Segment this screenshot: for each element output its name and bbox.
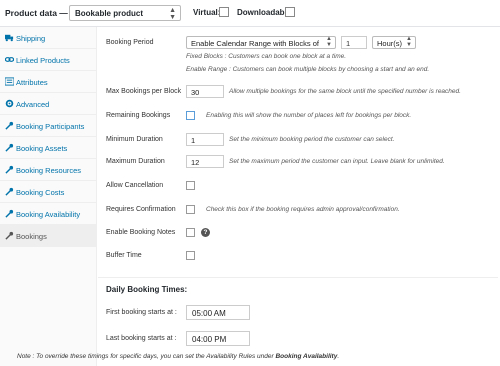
note-strong: Booking Availability: [275, 353, 338, 360]
tab-label: Attributes: [16, 78, 48, 87]
booking-period-label: Booking Period: [106, 39, 154, 46]
product-data-tabs: Shipping Linked Products Attributes Adva…: [0, 27, 97, 366]
product-type-value: Bookable product: [75, 9, 144, 18]
tab-label: Booking Costs: [16, 188, 65, 197]
tab-label: Booking Availability: [16, 210, 81, 219]
booking-period-unit-select[interactable]: Hour(s) ▲ ▼: [372, 36, 416, 49]
first-booking-time-value: 05:00 AM: [192, 309, 226, 318]
buffer-time-checkbox[interactable]: [186, 251, 195, 260]
wrench-icon: [5, 231, 14, 240]
allow-cancellation-checkbox[interactable]: [186, 181, 195, 190]
product-data-title: Product data —: [5, 8, 68, 18]
last-booking-time-input[interactable]: 04:00 PM: [186, 331, 250, 346]
requires-confirmation-desc: Check this box if the booking requires a…: [206, 206, 400, 213]
select-arrows-icon: ▲ ▼: [406, 36, 412, 48]
wrench-icon: [5, 143, 14, 152]
product-data-header: Product data — Bookable product ▲ ▼ Virtu…: [0, 0, 500, 27]
daily-booking-times-title: Daily Booking Times:: [106, 285, 188, 294]
requires-confirmation-checkbox[interactable]: [186, 205, 195, 214]
tab-label: Booking Participants: [16, 122, 85, 131]
maximum-duration-label: Maximum Duration: [106, 158, 165, 165]
note-text: Note : To override these timings for spe…: [17, 353, 276, 360]
allow-cancellation-label: Allow Cancellation: [106, 182, 164, 189]
tab-shipping[interactable]: Shipping: [0, 27, 97, 49]
requires-confirmation-label: Requires Confirmation: [106, 206, 176, 213]
booking-period-unit-value: Hour(s): [377, 39, 403, 48]
tab-label: Linked Products: [16, 56, 70, 65]
tab-booking-participants[interactable]: Booking Participants: [0, 115, 97, 137]
select-arrows-icon: ▲ ▼: [326, 36, 332, 48]
tab-label: Booking Resources: [16, 166, 82, 175]
tab-advanced[interactable]: Advanced: [0, 93, 97, 115]
maximum-duration-desc: Set the maximum period the customer can …: [229, 158, 445, 165]
gear-icon: [5, 99, 14, 108]
max-bookings-input[interactable]: 30: [186, 85, 224, 98]
downloadable-checkbox[interactable]: [285, 7, 295, 17]
select-arrows-icon: ▲ ▼: [169, 7, 176, 21]
buffer-time-label: Buffer Time: [106, 252, 142, 259]
tab-booking-assets[interactable]: Booking Assets: [0, 137, 97, 159]
booking-period-mode-select[interactable]: Enable Calendar Range with Blocks of ▲ ▼: [186, 36, 336, 49]
last-booking-time-value: 04:00 PM: [192, 335, 227, 344]
first-booking-time-input[interactable]: 05:00 AM: [186, 305, 250, 320]
max-bookings-desc: Allow multiple bookings for the same blo…: [229, 88, 461, 95]
booking-period-mode-value: Enable Calendar Range with Blocks of: [191, 39, 319, 48]
remaining-bookings-desc: Enabling this will show the number of pl…: [206, 112, 412, 119]
enable-booking-notes-label: Enable Booking Notes: [106, 229, 176, 236]
minimum-duration-value: 1: [191, 136, 196, 145]
truck-icon: [5, 34, 14, 42]
booking-period-desc-fixed: Fixed Blocks : Customers can book one bl…: [186, 53, 347, 60]
remaining-bookings-label: Remaining Bookings: [106, 112, 171, 119]
minimum-duration-label: Minimum Duration: [106, 136, 163, 143]
bookings-panel: Booking Period Enable Calendar Range wit…: [98, 27, 500, 366]
note-end: .: [337, 353, 340, 360]
tab-bookings[interactable]: Bookings: [0, 225, 97, 247]
help-icon[interactable]: ?: [201, 228, 210, 237]
tab-label: Booking Assets: [16, 144, 68, 153]
tab-linked-products[interactable]: Linked Products: [0, 49, 97, 71]
booking-period-quantity-value: 1: [346, 39, 351, 48]
wrench-icon: [5, 187, 14, 196]
tab-label: Bookings: [16, 232, 47, 241]
wrench-icon: [5, 121, 14, 130]
booking-period-desc-range: Enable Range : Customers can book multip…: [186, 66, 430, 73]
maximum-duration-input[interactable]: 12: [186, 155, 224, 168]
product-type-select[interactable]: Bookable product ▲ ▼: [69, 5, 181, 21]
tab-booking-availability[interactable]: Booking Availability: [0, 203, 97, 225]
tab-attributes[interactable]: Attributes: [0, 71, 97, 93]
tab-label: Advanced: [16, 100, 50, 109]
tab-label: Shipping: [16, 34, 46, 43]
link-icon: [5, 57, 14, 62]
first-booking-label: First booking starts at :: [106, 309, 177, 316]
list-icon: [5, 77, 14, 86]
section-divider: [98, 277, 498, 278]
last-booking-label: Last booking starts at :: [106, 335, 177, 342]
virtual-label: Virtual:: [193, 8, 221, 17]
virtual-checkbox[interactable]: [219, 7, 229, 17]
max-bookings-label: Max Bookings per Block: [106, 88, 182, 95]
tab-booking-resources[interactable]: Booking Resources: [0, 159, 97, 181]
enable-booking-notes-checkbox[interactable]: [186, 228, 195, 237]
minimum-duration-desc: Set the minimum booking period the custo…: [229, 136, 395, 143]
maximum-duration-value: 12: [191, 158, 200, 167]
minimum-duration-input[interactable]: 1: [186, 133, 224, 146]
remaining-bookings-checkbox[interactable]: [186, 111, 195, 120]
availability-note: Note : To override these timings for spe…: [17, 353, 339, 360]
tab-booking-costs[interactable]: Booking Costs: [0, 181, 97, 203]
max-bookings-value: 30: [191, 88, 200, 97]
booking-period-quantity-input[interactable]: 1: [341, 36, 367, 49]
wrench-icon: [5, 209, 14, 218]
wrench-icon: [5, 165, 14, 174]
